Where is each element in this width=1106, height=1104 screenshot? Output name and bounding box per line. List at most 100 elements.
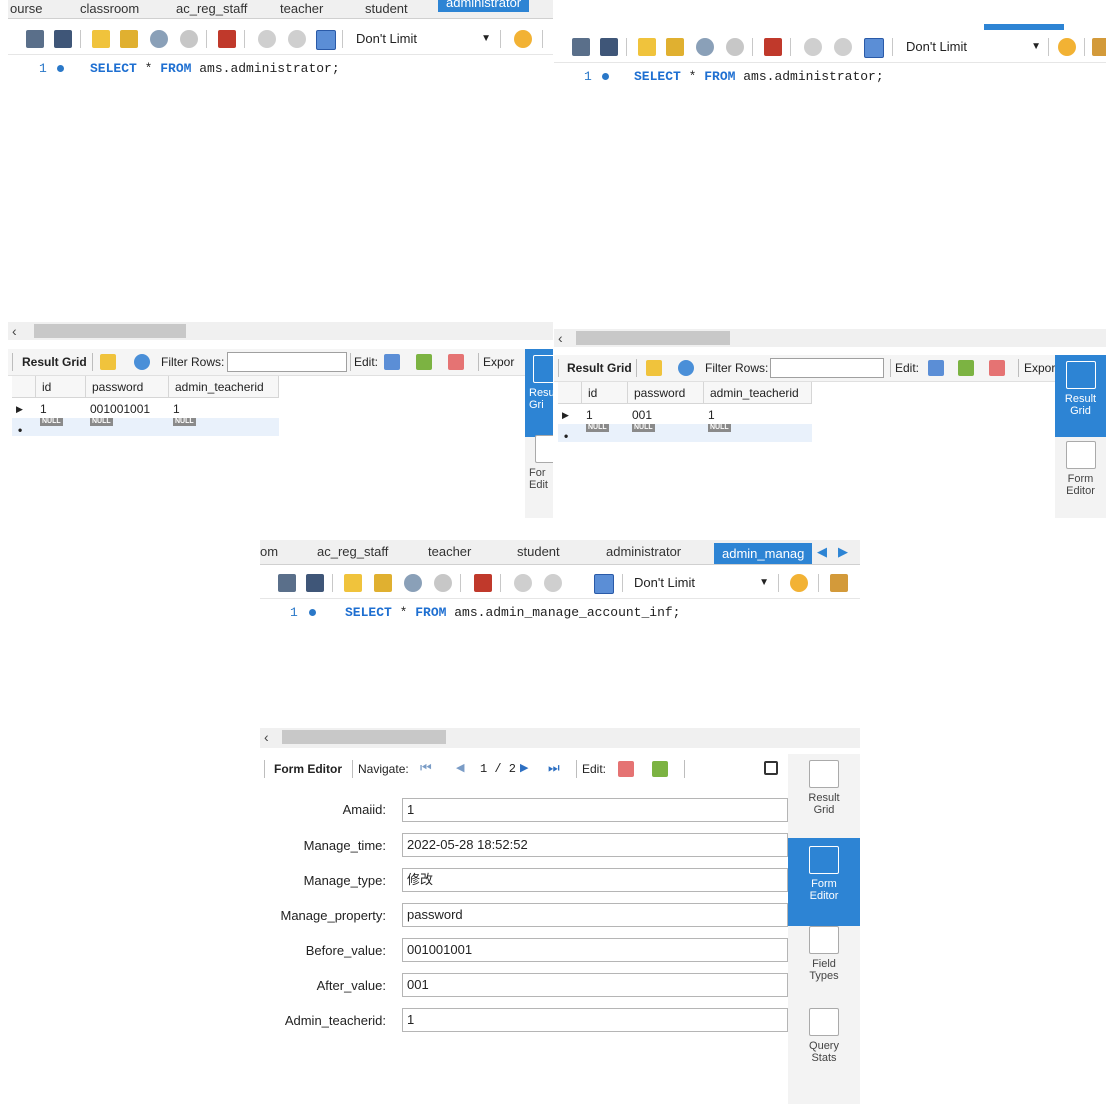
horizontal-scrollbar[interactable]: ‹ [554,329,1106,347]
form-editor-side-button[interactable]: For Edit [525,435,553,495]
column-header-id[interactable]: id [36,376,86,398]
save-icon[interactable] [306,574,324,592]
edit-row-icon[interactable] [384,354,400,370]
commit-icon[interactable] [514,574,532,592]
row-limit-select[interactable]: Don't Limit ▼ [356,30,491,48]
stop-icon[interactable] [726,38,744,56]
stop-icon[interactable] [180,30,198,48]
table-cell[interactable]: 001001001 [86,401,169,417]
scroll-left-icon[interactable]: ‹ [12,323,17,339]
scrollbar-thumb[interactable] [576,331,730,345]
tab-ac-reg-staff[interactable]: ac_reg_staff [317,543,388,561]
explain-magnifier-icon[interactable] [696,38,714,56]
commit-icon[interactable] [804,38,822,56]
form-editor-side-button[interactable]: Form Editor [788,838,860,926]
rollback-icon[interactable] [544,574,562,592]
column-header-admin-teacherid[interactable]: admin_teacherid [169,376,279,398]
null-cell[interactable]: NULL [582,422,628,438]
tab-classroom[interactable]: classroom [80,0,139,18]
insert-row-icon[interactable] [416,354,432,370]
null-cell[interactable]: NULL [628,422,704,438]
null-cell[interactable]: NULL [36,416,86,432]
next-record-icon[interactable]: ▶ [520,761,528,774]
scroll-left-icon[interactable]: ‹ [264,729,269,745]
tab-scroll-right-icon[interactable]: ▶ [838,543,848,561]
column-header-password[interactable]: password [628,382,704,404]
manage-property-field[interactable]: password [402,903,788,927]
scroll-left-icon[interactable]: ‹ [558,330,563,346]
delete-row-icon[interactable] [989,360,1005,376]
horizontal-scrollbar[interactable]: ‹ [8,322,553,340]
execute-current-icon[interactable] [374,574,392,592]
save-icon[interactable] [54,30,72,48]
execute-current-icon[interactable] [120,30,138,48]
rollback-icon[interactable] [834,38,852,56]
execute-lightning-icon[interactable] [92,30,110,48]
column-header-password[interactable]: password [86,376,169,398]
previous-record-icon[interactable]: ◀ [456,761,464,774]
insert-row-icon[interactable] [652,761,668,777]
result-grid-side-button[interactable]: Result Grid [1055,355,1106,437]
execute-lightning-icon[interactable] [344,574,362,592]
bookmark-star-icon[interactable] [790,574,808,592]
result-grid-side-button[interactable]: Result Grid [788,760,860,832]
tab-scroll-left-icon[interactable]: ◀ [817,543,827,561]
tab-teacher[interactable]: teacher [428,543,471,561]
explain-magnifier-icon[interactable] [150,30,168,48]
column-header-id[interactable]: id [582,382,628,404]
tab-course[interactable]: ourse [10,0,43,18]
before-value-field[interactable]: 001001001 [402,938,788,962]
delete-row-icon[interactable] [448,354,464,370]
toggle-error-icon[interactable] [218,30,236,48]
tab-ac-reg-staff[interactable]: ac_reg_staff [176,0,247,18]
manage-time-field[interactable]: 2022-05-28 18:52:52 [402,833,788,857]
bookmark-star-icon[interactable] [514,30,532,48]
beautify-icon[interactable] [1092,38,1106,56]
null-cell[interactable]: NULL [169,416,279,432]
tab-administrator[interactable]: administrator [438,0,530,12]
open-folder-icon[interactable] [572,38,590,56]
first-record-icon[interactable]: ⏮ [420,760,432,776]
insert-row-icon[interactable] [958,360,974,376]
manage-type-field[interactable]: 修改 [402,868,788,892]
explain-magnifier-icon[interactable] [404,574,422,592]
rollback-icon[interactable] [288,30,306,48]
after-value-field[interactable]: 001 [402,973,788,997]
admin-teacherid-field[interactable]: 1 [402,1008,788,1032]
sql-editor[interactable]: 1 SELECT * FROM ams.administrator; [554,63,1106,328]
row-limit-select[interactable]: Don't Limit ▼ [634,574,769,592]
export-label[interactable]: Expor [483,355,514,369]
table-cell[interactable]: 1 [582,407,628,423]
last-record-icon[interactable]: ⏭ [548,760,560,776]
open-folder-icon[interactable] [278,574,296,592]
bookmark-star-icon[interactable] [1058,38,1076,56]
table-cell[interactable]: 001 [628,407,704,423]
autocommit-icon[interactable] [316,30,336,50]
execute-lightning-icon[interactable] [638,38,656,56]
commit-icon[interactable] [258,30,276,48]
beautify-icon[interactable] [830,574,848,592]
edit-row-icon[interactable] [928,360,944,376]
result-grid-side-button[interactable]: Resu Gri [525,349,553,437]
null-cell[interactable]: NULL [704,422,812,438]
autocommit-icon[interactable] [864,38,884,58]
sql-editor[interactable]: 1 SELECT * FROM ams.admin_manage_account… [260,599,860,725]
tab-student[interactable]: student [517,543,560,561]
form-editor-side-button[interactable]: Form Editor [1055,437,1106,511]
toggle-error-icon[interactable] [474,574,492,592]
scrollbar-thumb[interactable] [282,730,446,744]
grid-view-icon[interactable] [100,354,116,370]
save-icon[interactable] [600,38,618,56]
autocommit-icon[interactable] [594,574,614,594]
column-header-admin-teacherid[interactable]: admin_teacherid [704,382,812,404]
filter-rows-input[interactable] [770,358,884,378]
stop-icon[interactable] [434,574,452,592]
refresh-icon[interactable] [678,360,694,376]
execute-current-icon[interactable] [666,38,684,56]
toggle-error-icon[interactable] [764,38,782,56]
tab-teacher[interactable]: teacher [280,0,323,18]
open-folder-icon[interactable] [26,30,44,48]
refresh-icon[interactable] [134,354,150,370]
delete-row-icon[interactable] [618,761,634,777]
export-label[interactable]: Expor [1024,361,1055,375]
